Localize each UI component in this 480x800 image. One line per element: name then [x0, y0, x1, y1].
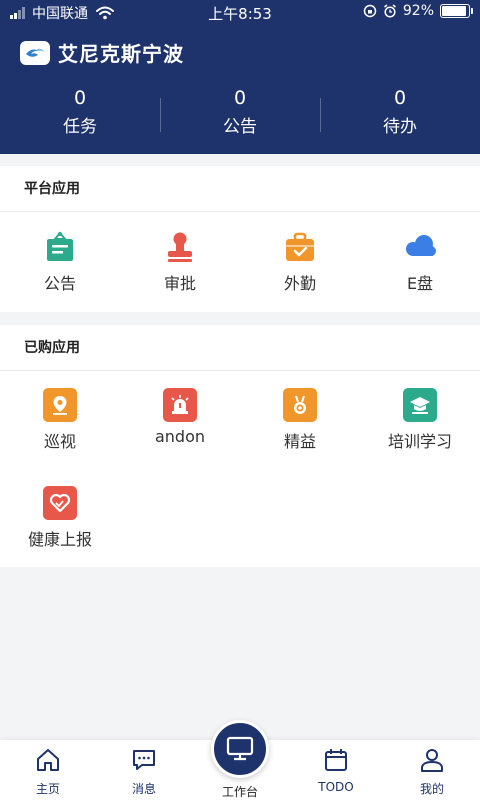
- app-label: 审批: [163, 274, 196, 293]
- header: 艾尼克斯宁波 0 任务 0 公告 0 待办: [0, 26, 480, 154]
- app-label: 公告: [43, 274, 76, 293]
- brand: 艾尼克斯宁波: [20, 38, 184, 67]
- rotation-lock-icon: [363, 4, 377, 18]
- tab-todo[interactable]: TODO: [288, 746, 384, 794]
- profile-icon: [384, 746, 480, 774]
- app-field-work[interactable]: 外勤: [240, 230, 360, 294]
- section-title: 平台应用: [0, 166, 480, 212]
- medal-icon: [283, 388, 317, 422]
- stat-todo[interactable]: 0 待办: [320, 86, 480, 146]
- monitor-icon: [226, 736, 254, 761]
- cloud-icon: [403, 230, 437, 264]
- stat-announcements[interactable]: 0 公告: [160, 86, 320, 146]
- section-title: 已购应用: [0, 325, 480, 371]
- battery-fill: [442, 6, 466, 16]
- battery-icon: [440, 4, 473, 18]
- company-logo: [20, 40, 50, 65]
- stat-label: 任务: [63, 117, 97, 137]
- stat-tasks[interactable]: 0 任务: [0, 86, 160, 146]
- heart-icon: [43, 486, 77, 520]
- graduation-cap-icon: [403, 388, 437, 422]
- app-training[interactable]: 培训学习: [360, 388, 480, 486]
- status-bar: 中国联通 上午8:53 92%: [0, 0, 480, 26]
- stat-value: 0: [393, 87, 407, 109]
- status-right: 92%: [363, 3, 473, 19]
- app-health-report[interactable]: 健康上报: [0, 486, 120, 550]
- app-label: 精益: [283, 432, 316, 451]
- tab-label: 主页: [35, 782, 60, 796]
- stamp-icon: [163, 230, 197, 264]
- app-approval[interactable]: 审批: [120, 230, 240, 294]
- app-label: 健康上报: [27, 530, 92, 549]
- tab-label: TODO: [318, 780, 354, 794]
- app-label: andon: [154, 427, 206, 446]
- app-e-drive[interactable]: E盘: [360, 230, 480, 294]
- alarm-light-icon: [163, 388, 197, 422]
- message-icon: [96, 746, 192, 774]
- app-label: E盘: [406, 274, 434, 293]
- tab-label: 我的: [419, 782, 444, 796]
- purchased-apps-grid: 巡视 andon 精益 培训学习 健康上报: [0, 371, 480, 550]
- app-inspection[interactable]: 巡视: [0, 388, 120, 486]
- tab-home[interactable]: 主页: [0, 746, 96, 797]
- tab-messages[interactable]: 消息: [96, 746, 192, 797]
- stat-label: 待办: [383, 117, 417, 137]
- stat-label: 公告: [223, 117, 257, 137]
- app-label: 巡视: [43, 432, 76, 451]
- tab-workbench-label: 工作台: [221, 785, 258, 799]
- briefcase-icon: [283, 230, 317, 264]
- stat-value: 0: [233, 87, 247, 109]
- stats-row: 0 任务 0 公告 0 待办: [0, 86, 480, 146]
- calendar-icon: [288, 746, 384, 774]
- tab-label: 消息: [131, 782, 156, 796]
- app-lean[interactable]: 精益: [240, 388, 360, 486]
- tab-profile[interactable]: 我的: [384, 746, 480, 797]
- app-announcement[interactable]: 公告: [0, 230, 120, 294]
- location-pin-icon: [43, 388, 77, 422]
- app-label: 培训学习: [387, 432, 452, 451]
- alarm-clock-icon: [383, 4, 396, 18]
- home-icon: [0, 746, 96, 774]
- app-label: 外勤: [283, 274, 316, 293]
- battery-percent: 92%: [402, 3, 434, 19]
- platform-apps-section: 平台应用 公告 审批 外勤 E盘: [0, 166, 480, 312]
- platform-apps-grid: 公告 审批 外勤 E盘: [0, 212, 480, 294]
- announcement-board-icon: [43, 230, 77, 264]
- stat-value: 0: [73, 87, 87, 109]
- app-andon[interactable]: andon: [120, 388, 240, 486]
- purchased-apps-section: 已购应用 巡视 andon 精益 培训学习 健康上报: [0, 325, 480, 567]
- tab-workbench-button[interactable]: [211, 720, 269, 778]
- company-name: 艾尼克斯宁波: [58, 42, 184, 66]
